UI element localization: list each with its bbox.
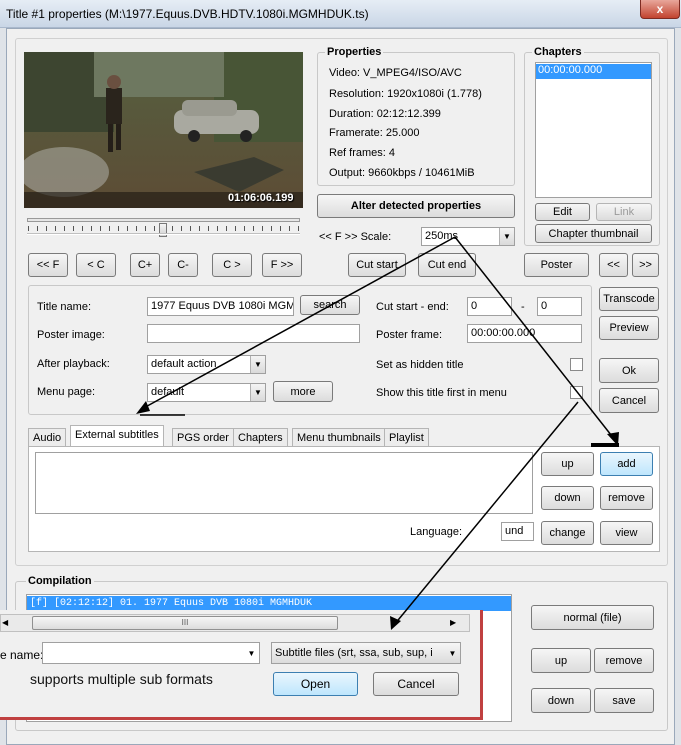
language-label: Language: [410, 526, 462, 538]
file-dialog-cancel-button[interactable]: Cancel [373, 672, 459, 696]
subtitle-up-button[interactable]: up [541, 452, 594, 476]
preview-button[interactable]: Preview [599, 316, 659, 340]
video-frame-image [24, 52, 303, 208]
frame-back-button[interactable]: << F [28, 253, 68, 277]
property-framerate: Framerate: 25.000 [329, 127, 420, 139]
search-button[interactable]: search [300, 295, 360, 315]
hidden-title-checkbox[interactable] [570, 358, 583, 371]
poster-frame-input[interactable]: 00:00:00.000 [467, 324, 582, 343]
compilation-down-button[interactable]: down [531, 688, 591, 713]
show-first-checkbox[interactable] [570, 386, 583, 399]
menu-page-select[interactable]: default ▼ [147, 383, 266, 402]
chapter-edit-button[interactable]: Edit [535, 203, 590, 221]
scale-value: 250ms [425, 230, 459, 242]
chapters-heading: Chapters [532, 46, 584, 58]
file-type-value: Subtitle files (srt, ssa, sub, sup, i [275, 647, 433, 659]
tab-menu-thumbnails[interactable]: Menu thumbnails [292, 428, 386, 447]
cut-start-end-label: Cut start - end: [376, 301, 449, 313]
scroll-thumb-grip: III [181, 618, 189, 627]
chevron-down-icon: ▼ [244, 643, 259, 663]
frame-forward-button[interactable]: F >> [262, 253, 302, 277]
next-title-button[interactable]: >> [632, 253, 659, 277]
scroll-left-icon[interactable]: ◀ [2, 618, 8, 627]
after-playback-value: default action [151, 358, 217, 370]
subtitle-remove-button[interactable]: remove [600, 486, 653, 510]
after-playback-label: After playback: [37, 358, 110, 370]
property-video: Video: V_MPEG4/ISO/AVC [329, 67, 462, 79]
chapter-thumbnail-button[interactable]: Chapter thumbnail [535, 224, 652, 243]
more-button[interactable]: more [273, 381, 333, 402]
cut-end-input[interactable]: 0 [537, 297, 582, 316]
menu-page-label: Menu page: [37, 386, 96, 398]
cut-start-input[interactable]: 0 [467, 297, 512, 316]
poster-button[interactable]: Poster [524, 253, 589, 277]
video-preview[interactable] [24, 52, 303, 208]
scroll-thumb[interactable]: III [32, 616, 338, 630]
chapter-link-button: Link [596, 203, 652, 221]
after-playback-select[interactable]: default action ▼ [147, 355, 266, 374]
window-title: Title #1 properties (M:\1977.Equus.DVB.H… [6, 7, 369, 21]
open-button[interactable]: Open [273, 672, 358, 696]
title-name-label: Title name: [37, 301, 92, 313]
title-name-input[interactable]: 1977 Equus DVB 1080i MGMHDUK [147, 297, 294, 316]
subtitle-change-button[interactable]: change [541, 521, 594, 545]
compilation-remove-button[interactable]: remove [594, 648, 654, 673]
alter-properties-button[interactable]: Alter detected properties [317, 194, 515, 218]
chevron-down-icon: ▼ [250, 356, 265, 373]
ok-button[interactable]: Ok [599, 358, 659, 383]
poster-frame-label: Poster frame: [376, 329, 443, 341]
previous-title-button[interactable]: << [599, 253, 628, 277]
cancel-button[interactable]: Cancel [599, 388, 659, 413]
scroll-right-icon[interactable]: ▶ [450, 618, 456, 627]
video-timestamp: 01:06:06.199 [228, 192, 294, 204]
caption-supports-formats: supports multiple sub formats [30, 671, 213, 687]
poster-image-input[interactable] [147, 324, 360, 343]
compilation-heading: Compilation [26, 575, 94, 587]
file-name-input[interactable]: ▼ [42, 642, 260, 664]
transcode-button[interactable]: Transcode [599, 287, 659, 311]
subtitle-list[interactable] [35, 452, 533, 514]
chapter-back-button[interactable]: < C [76, 253, 116, 277]
tab-chapters[interactable]: Chapters [233, 428, 288, 447]
seek-bar-bottom-line [27, 233, 300, 235]
show-first-label: Show this title first in menu [376, 387, 507, 399]
file-name-label: e name: [0, 648, 44, 662]
menu-page-value: default [151, 386, 185, 398]
chevron-down-icon: ▼ [250, 384, 265, 401]
chevron-down-icon: ▼ [448, 648, 457, 658]
file-type-select[interactable]: Subtitle files (srt, ssa, sub, sup, i ▼ [271, 642, 461, 664]
chapter-remove-button[interactable]: C- [168, 253, 198, 277]
property-output: Output: 9660kbps / 10461MiB [329, 167, 475, 179]
compilation-up-button[interactable]: up [531, 648, 591, 673]
scale-label: << F >> Scale: [319, 231, 392, 243]
compilation-row[interactable]: [f] [02:12:12] 01. 1977 Equus DVB 1080i … [27, 596, 511, 611]
compilation-save-button[interactable]: save [594, 688, 654, 713]
chapters-list[interactable] [535, 62, 652, 198]
chapter-item[interactable]: 00:00:00.000 [536, 64, 651, 79]
properties-heading: Properties [325, 46, 384, 58]
cut-dash: - [521, 301, 525, 313]
property-resolution: Resolution: 1920x1080i (1.778) [329, 88, 482, 100]
subtitle-view-button[interactable]: view [600, 521, 653, 545]
hidden-title-label: Set as hidden title [376, 359, 464, 371]
tab-external-subtitles[interactable]: External subtitles [70, 425, 164, 447]
close-button[interactable]: x [640, 0, 680, 19]
cut-end-button[interactable]: Cut end [418, 253, 476, 277]
subtitle-down-button[interactable]: down [541, 486, 594, 510]
cut-start-button[interactable]: Cut start [348, 253, 406, 277]
chapter-forward-button[interactable]: C > [212, 253, 252, 277]
normal-file-button[interactable]: normal (file) [531, 605, 654, 630]
tab-audio[interactable]: Audio [28, 428, 67, 447]
seek-bar-track[interactable] [27, 218, 300, 222]
subtitle-add-button[interactable]: add [600, 452, 653, 476]
language-input[interactable]: und [501, 522, 534, 541]
property-duration: Duration: 02:12:12.399 [329, 108, 441, 120]
property-ref-frames: Ref frames: 4 [329, 147, 396, 159]
chapter-add-button[interactable]: C+ [130, 253, 160, 277]
scale-select[interactable]: 250ms ▼ [421, 227, 515, 246]
tab-pgs-order[interactable]: PGS order [172, 428, 234, 447]
poster-image-label: Poster image: [37, 329, 105, 341]
tab-playlist[interactable]: Playlist [384, 428, 429, 447]
chevron-down-icon: ▼ [499, 228, 514, 245]
